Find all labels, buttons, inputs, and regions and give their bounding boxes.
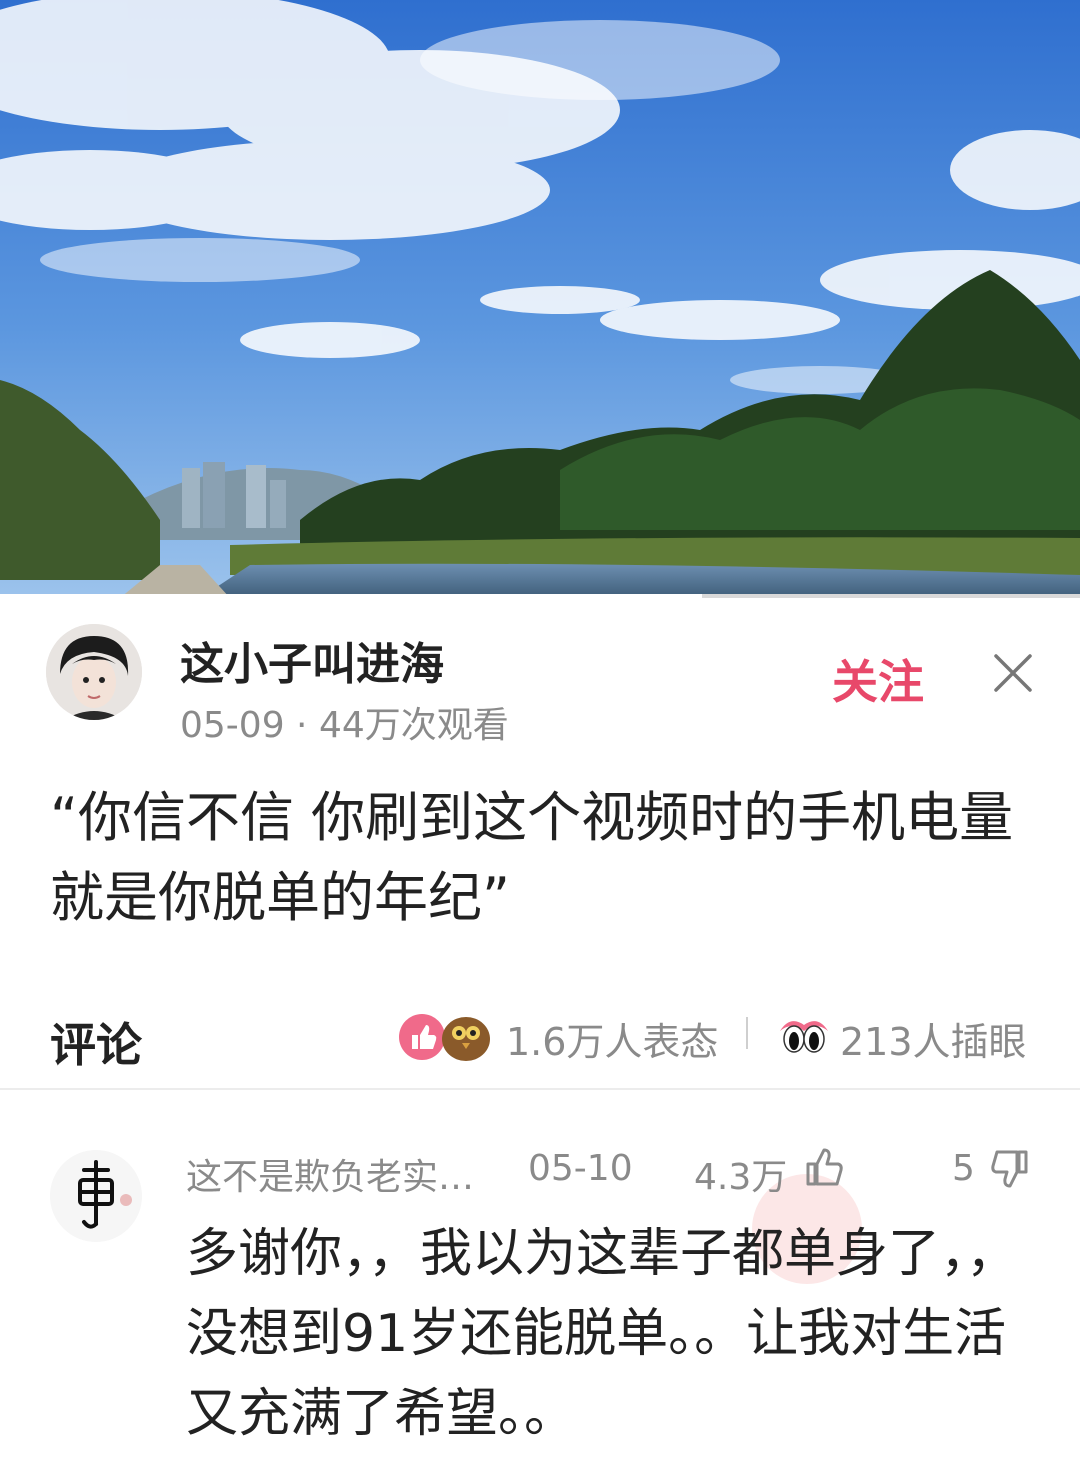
video-player[interactable] <box>0 0 1080 598</box>
comment-date: 05-10 <box>528 1148 633 1189</box>
comment-dislike-count: 5 <box>952 1148 975 1189</box>
avatar-image <box>46 624 142 720</box>
divider <box>0 1088 1080 1090</box>
post-caption: “你信不信 你刷到这个视频时的手机电量就是你脱单的年纪” <box>50 786 1014 929</box>
commenter-name[interactable]: 这不是欺负老实… <box>186 1148 474 1200</box>
author-row: 这小子叫进海 05-09 · 44万次观看 关注 <box>0 598 1080 758</box>
comment-text: 多谢你，，我以为这辈子都单身了，，没想到91岁还能脱单。。让我对生活又充满了希望… <box>186 1224 1019 1444</box>
close-icon[interactable] <box>990 650 1036 696</box>
reaction-count: 1.6万人表态 <box>506 1020 719 1064</box>
like-icon[interactable] <box>802 1144 846 1188</box>
dislike-icon[interactable] <box>988 1148 1032 1192</box>
video-frame <box>0 0 1080 598</box>
comments-title: 评论 <box>50 1018 142 1072</box>
owl-reaction-icon <box>442 1017 490 1061</box>
follow-button[interactable]: 关注 <box>832 646 924 712</box>
comment-like-count: 4.3万 <box>694 1157 788 1198</box>
thumbs-up-reaction-icon <box>399 1014 445 1060</box>
author-meta: 05-09 · 44万次观看 <box>180 696 509 748</box>
header-divider <box>746 1017 748 1049</box>
seal-avatar-image <box>50 1150 142 1242</box>
comments-header: 评论 1.6万人表态 213人插眼 <box>0 995 1080 1085</box>
comment-item: 这不是欺负老实… 05-10 4.3万 5 多谢你，，我以为这辈子都单身了，，没… <box>0 1130 1080 1461</box>
peek-eyes-icon[interactable] <box>776 1011 832 1055</box>
meta-separator: · <box>284 705 319 746</box>
commenter-avatar[interactable] <box>50 1150 142 1242</box>
author-avatar[interactable] <box>46 624 142 720</box>
post-date: 05-09 <box>180 705 285 746</box>
reaction-icons[interactable] <box>396 1007 496 1063</box>
peek-count: 213人插眼 <box>840 1020 1027 1064</box>
view-count: 44万次观看 <box>318 705 509 746</box>
author-name[interactable]: 这小子叫进海 <box>180 628 444 692</box>
